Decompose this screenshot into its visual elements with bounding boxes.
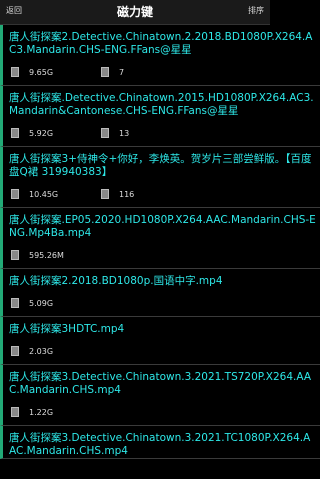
file-size-icon (11, 298, 19, 308)
list-item[interactable]: 唐人街探案3.Detective.Chinatown.3.2021.TC1080… (0, 426, 320, 459)
item-size: 5.92G (29, 129, 54, 138)
item-size: 9.65G (29, 68, 54, 77)
page-title: 磁力键 (116, 5, 153, 19)
list-item[interactable]: 唐人街探案3+侍神令+你好，李焕英。贺岁片三部尝鲜版。【百度盘Q裙 319940… (0, 147, 320, 208)
list-item[interactable]: 唐人街探案.EP05.2020.HD1080P.X264.AAC.Mandari… (0, 208, 320, 269)
item-meta: 2.03G (9, 342, 316, 364)
file-count-icon (101, 67, 109, 77)
top-bar: 返回 磁力键 排序 (0, 0, 270, 25)
item-file-count: 116 (119, 190, 135, 199)
item-name: 唐人街探案3.Detective.Chinatown.3.2021.TC1080… (9, 432, 311, 457)
item-size: 2.03G (29, 347, 54, 356)
item-file-count: 7 (119, 68, 125, 77)
item-size: 595.26M (29, 251, 64, 260)
list-item[interactable]: 唐人街探案3HDTC.mp4 2.03G (0, 317, 320, 365)
item-meta: 10.45G 116 (9, 185, 316, 207)
item-meta: 5.09G (9, 294, 316, 316)
file-count-icon (101, 189, 109, 199)
file-size-icon (11, 346, 19, 356)
list-item[interactable]: 唐人街探案2.2018.BD1080p.国语中字.mp4 5.09G (0, 269, 320, 317)
item-name: 唐人街探案3.Detective.Chinatown.3.2021.TS720P… (9, 371, 312, 396)
item-name: 唐人街探案.Detective.Chinatown.2015.HD1080P.X… (9, 92, 314, 117)
item-file-count: 13 (119, 129, 130, 138)
item-meta: 9.65G 7 (9, 63, 316, 85)
file-size-icon (11, 407, 19, 417)
file-size-icon (11, 128, 19, 138)
list-item[interactable]: 唐人街探案3.Detective.Chinatown.3.2021.TS720P… (0, 365, 320, 426)
item-name: 唐人街探案3+侍神令+你好，李焕英。贺岁片三部尝鲜版。【百度盘Q裙 319940… (9, 153, 312, 178)
item-meta: 595.26M (9, 246, 316, 268)
item-meta: 5.92G 13 (9, 124, 316, 146)
item-size: 1.22G (29, 408, 54, 417)
item-name: 唐人街探案2.2018.BD1080p.国语中字.mp4 (9, 275, 223, 287)
result-list: 唐人街探案2.Detective.Chinatown.2.2018.BD1080… (0, 25, 320, 479)
item-size: 10.45G (29, 190, 59, 199)
item-name: 唐人街探案3HDTC.mp4 (9, 323, 125, 335)
file-size-icon (11, 67, 19, 77)
item-name: 唐人街探案.EP05.2020.HD1080P.X264.AAC.Mandari… (9, 214, 316, 239)
item-meta: 1.22G (9, 403, 316, 425)
file-count-icon (101, 128, 109, 138)
list-item[interactable]: 唐人街探案.Detective.Chinatown.2015.HD1080P.X… (0, 86, 320, 147)
item-name: 唐人街探案2.Detective.Chinatown.2.2018.BD1080… (9, 31, 313, 56)
file-size-icon (11, 250, 19, 260)
list-item[interactable]: 唐人街探案2.Detective.Chinatown.2.2018.BD1080… (0, 25, 320, 86)
sort-button[interactable]: 排序 (248, 5, 264, 16)
file-size-icon (11, 189, 19, 199)
item-size: 5.09G (29, 299, 54, 308)
